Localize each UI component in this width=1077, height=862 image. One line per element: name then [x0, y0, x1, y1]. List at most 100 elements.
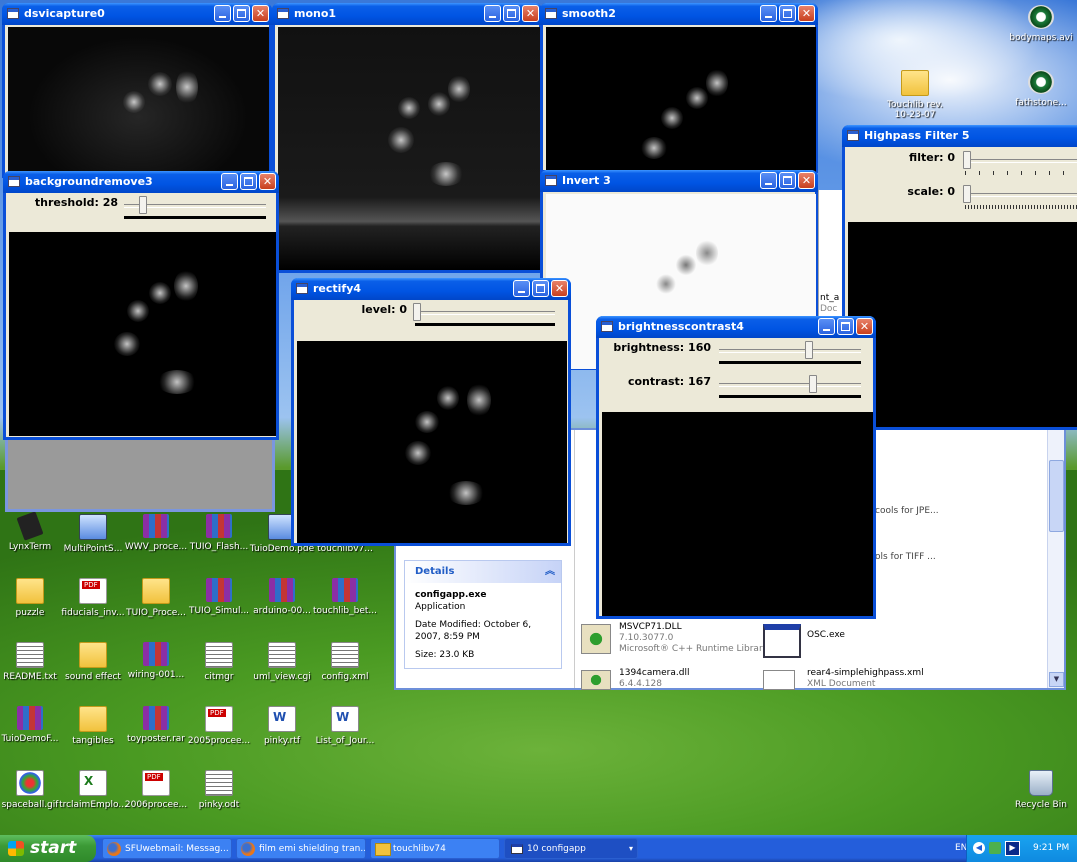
desktop-icon[interactable]: citmgr — [184, 642, 254, 682]
desktop-icon[interactable]: fiducials_inv... — [58, 578, 128, 618]
desktop-icon[interactable]: pinky.odt — [184, 770, 254, 810]
minimize-button[interactable] — [214, 5, 231, 22]
filter-slider-control[interactable]: filter: 0 — [845, 151, 1077, 177]
close-button[interactable]: ✕ — [798, 172, 815, 189]
window-rectify[interactable]: rectify4 ✕ level: 0 — [291, 278, 571, 546]
scroll-thumb[interactable] — [1049, 460, 1064, 532]
desktop-icon[interactable]: TUIO_Proce... — [121, 578, 191, 618]
desktop-icon[interactable]: toyposter.rar — [121, 706, 191, 744]
filter-slider-track[interactable] — [965, 159, 1077, 163]
file-item-osc[interactable]: OSC.exe — [763, 622, 913, 662]
close-button[interactable]: ✕ — [522, 5, 539, 22]
taskbar-item-configapp[interactable]: 10 configapp ▾ — [504, 838, 638, 859]
window-title-bar[interactable]: Invert 3 ✕ — [540, 170, 818, 192]
collapse-chevron-icon[interactable]: ︽ — [545, 561, 555, 583]
threshold-slider-thumb[interactable] — [139, 196, 147, 214]
minimize-button[interactable] — [513, 280, 530, 297]
maximize-button[interactable] — [240, 173, 257, 190]
desktop-icon-fathstone[interactable]: fathstone... — [1006, 70, 1076, 108]
minimize-button[interactable] — [818, 318, 835, 335]
desktop-icon[interactable]: spaceball.gif — [0, 770, 65, 810]
window-mono[interactable]: mono1 ✕ — [272, 3, 542, 273]
tray-network-icon[interactable] — [989, 842, 1001, 854]
file-item-partial-tiff[interactable]: ols for TIFF ... — [875, 552, 936, 562]
scale-slider-thumb[interactable] — [963, 185, 971, 203]
window-title-bar[interactable]: backgroundremove3 ✕ — [3, 171, 279, 193]
desktop-icon[interactable]: wiring-001... — [121, 642, 191, 680]
desktop-icon[interactable]: arduino-00... — [247, 578, 317, 616]
level-slider-track[interactable] — [415, 311, 555, 315]
minimize-button[interactable] — [484, 5, 501, 22]
window-title-bar[interactable]: smooth2 ✕ — [540, 3, 818, 25]
brightness-slider-thumb[interactable] — [805, 341, 813, 359]
desktop-icon[interactable]: LynxTerm — [0, 511, 65, 552]
close-button[interactable]: ✕ — [259, 173, 276, 190]
desktop-icon[interactable]: pinky.rtf — [247, 706, 317, 746]
desktop-icon-recycle-bin[interactable]: Recycle Bin — [1006, 770, 1076, 810]
maximize-button[interactable] — [837, 318, 854, 335]
file-item-rear4[interactable]: rear4-simplehighpass.xml XML Document — [763, 668, 963, 690]
desktop-icon[interactable]: README.txt — [0, 642, 65, 682]
desktop-icon[interactable]: List_of_Jour... — [310, 706, 380, 746]
clock[interactable]: 9:21 PM — [1033, 843, 1069, 853]
desktop-icon[interactable]: sound effect — [58, 642, 128, 682]
dropdown-arrow-icon[interactable]: ▾ — [629, 839, 633, 858]
taskbar-item-sfuwebmail[interactable]: SFUwebmail: Messag... — [102, 838, 232, 859]
desktop-icon[interactable]: TUIO_Simul... — [184, 578, 254, 616]
desktop-icon[interactable]: tangibles — [58, 706, 128, 746]
taskbar-item-film-emi[interactable]: film emi shielding tran... — [236, 838, 366, 859]
close-button[interactable]: ✕ — [798, 5, 815, 22]
window-title-bar[interactable]: mono1 ✕ — [272, 3, 542, 25]
tray-media-icon[interactable]: ▶ — [1005, 841, 1020, 856]
desktop-icon[interactable]: puzzle — [0, 578, 65, 618]
maximize-button[interactable] — [503, 5, 520, 22]
close-button[interactable]: ✕ — [252, 5, 269, 22]
window-title-bar[interactable]: Highpass Filter 5 — [842, 125, 1077, 147]
start-button[interactable]: start — [0, 835, 96, 862]
window-title-bar[interactable]: rectify4 ✕ — [291, 278, 571, 300]
contrast-slider-track[interactable] — [719, 383, 861, 387]
scrollbar[interactable]: ▼ — [1047, 430, 1064, 688]
desktop-icon[interactable]: config.xml — [310, 642, 380, 682]
brightness-slider-track[interactable] — [719, 349, 861, 353]
window-title-bar[interactable]: dsvicapture0 ✕ — [2, 3, 272, 25]
minimize-button[interactable] — [760, 172, 777, 189]
file-item-partial-jpeg[interactable]: cools for JPE... — [875, 506, 939, 516]
scale-slider-control[interactable]: scale: 0 — [845, 185, 1077, 211]
window-highpass-filter[interactable]: Highpass Filter 5 filter: 0 scale: 0 — [842, 125, 1077, 430]
brightness-slider-control[interactable]: brightness: 160 — [599, 341, 873, 364]
window-smooth[interactable]: smooth2 ✕ — [540, 3, 818, 173]
desktop-icon[interactable]: WWV_proce... — [121, 514, 191, 552]
details-header[interactable]: Details ︽ — [405, 561, 561, 583]
taskbar-item-touchlibv74[interactable]: touchlibv74 — [370, 838, 500, 859]
minimize-button[interactable] — [760, 5, 777, 22]
desktop-icon[interactable]: 2006procee... — [121, 770, 191, 810]
contrast-slider-control[interactable]: contrast: 167 — [599, 375, 873, 398]
contrast-slider-thumb[interactable] — [809, 375, 817, 393]
desktop-icon-touchlib-rev[interactable]: Touchlib rev. 10-23-07 — [880, 70, 950, 120]
desktop-icon[interactable]: TUIO_Flash... — [184, 514, 254, 552]
filter-slider-thumb[interactable] — [963, 151, 971, 169]
desktop-icon[interactable]: touchlib_bet... — [310, 578, 380, 616]
close-button[interactable]: ✕ — [856, 318, 873, 335]
minimize-button[interactable] — [221, 173, 238, 190]
desktop-icon-bodymaps[interactable]: bodymaps.avi — [1006, 5, 1076, 43]
level-slider-thumb[interactable] — [413, 303, 421, 321]
maximize-button[interactable] — [779, 5, 796, 22]
file-item-msvcp[interactable]: MSVCP71.DLL 7.10.3077.0 Microsoft® C++ R… — [581, 622, 768, 662]
threshold-slider-control[interactable]: threshold: 28 — [6, 196, 276, 219]
desktop-icon[interactable]: MultiPointS... — [58, 514, 128, 554]
file-item-1394camera[interactable]: 1394camera.dll 6.4.4.128 — [581, 668, 751, 690]
window-backgroundremove[interactable]: backgroundremove3 ✕ threshold: 28 — [3, 171, 279, 440]
window-dsvicapture[interactable]: dsvicapture0 ✕ — [2, 3, 272, 178]
scale-slider-track[interactable] — [965, 193, 1077, 197]
window-brightnesscontrast[interactable]: brightnesscontrast4 ✕ brightness: 160 co… — [596, 316, 876, 619]
close-button[interactable]: ✕ — [551, 280, 568, 297]
maximize-button[interactable] — [532, 280, 549, 297]
maximize-button[interactable] — [233, 5, 250, 22]
tray-back-icon[interactable]: ◀ — [973, 842, 985, 854]
desktop-icon[interactable]: uml_view.cgi — [247, 642, 317, 682]
desktop-icon[interactable]: trclaimEmplo... — [58, 770, 128, 810]
scroll-down-arrow-icon[interactable]: ▼ — [1049, 672, 1064, 687]
maximize-button[interactable] — [779, 172, 796, 189]
